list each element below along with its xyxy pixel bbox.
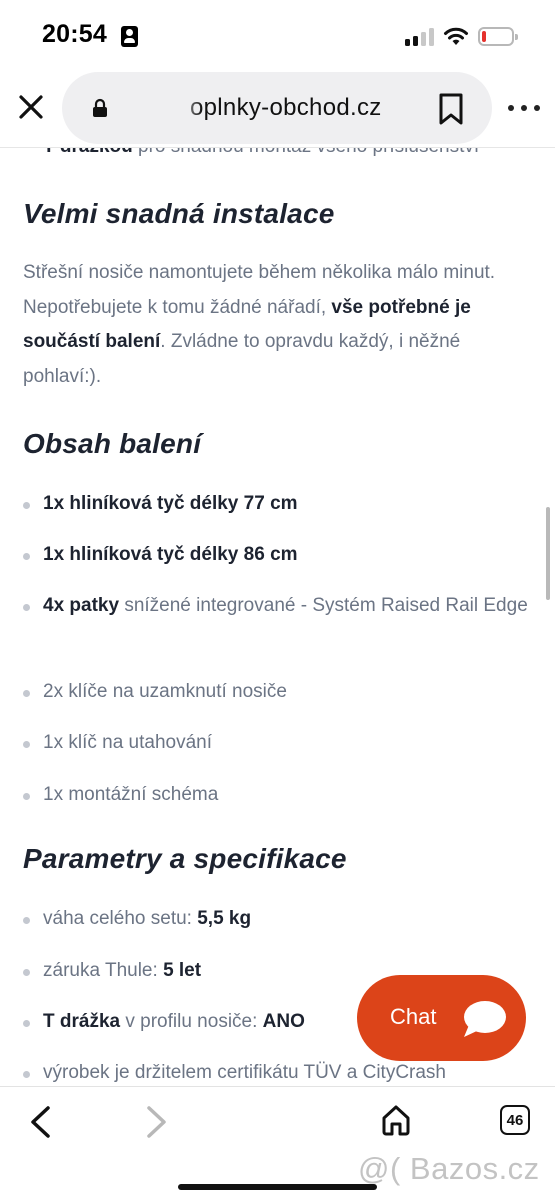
bullet <box>23 917 30 924</box>
lock-icon <box>93 98 107 117</box>
bullet <box>23 690 30 697</box>
url-fade <box>174 82 202 134</box>
list-item: 1x hliníková tyč délky 86 cm <box>23 538 533 572</box>
section-heading-specs: Parametry a specifikace <box>23 843 347 874</box>
list-item: 1x klíč na utahování <box>23 726 533 760</box>
cellular-signal-icon <box>405 28 435 46</box>
status-time: 20:54 <box>42 20 107 48</box>
list-item: 2x klíče na uzamknutí nosiče <box>23 675 533 709</box>
bullet <box>23 553 30 560</box>
forward-arrow-icon[interactable] <box>145 1105 169 1139</box>
tabs-button[interactable]: 46 <box>500 1105 530 1135</box>
bullet <box>23 741 30 748</box>
section-heading-package: Obsah balení <box>23 428 202 459</box>
chat-bubble-icon <box>464 1001 506 1037</box>
battery-icon <box>478 27 518 46</box>
more-menu-button[interactable] <box>508 98 540 118</box>
wifi-icon <box>444 27 468 45</box>
bullet <box>23 1071 30 1078</box>
status-bar: 20:54 <box>0 0 555 70</box>
bullet <box>23 502 30 509</box>
page-content: T-drážkou pro snadnou montáž všeho přísl… <box>0 148 555 1086</box>
section-heading-installation: Velmi snadná instalace <box>23 198 335 229</box>
browser-toolbar: oplnky-obchod.cz <box>0 70 555 148</box>
partial-feature-line: T-drážkou pro snadnou montáž všeho přísl… <box>43 148 479 158</box>
battery-level <box>482 31 486 42</box>
watermark: @( Bazos.cz <box>358 1151 540 1186</box>
home-indicator[interactable] <box>178 1184 377 1190</box>
bookmark-icon[interactable] <box>436 93 466 125</box>
bullet <box>23 793 30 800</box>
bullet <box>23 969 30 976</box>
more-icon <box>508 105 514 111</box>
close-icon <box>19 95 43 119</box>
address-bar[interactable]: oplnky-obchod.cz <box>62 72 492 144</box>
bullet <box>23 1020 30 1027</box>
installation-paragraph: Střešní nosiče namontujete během několik… <box>23 262 496 387</box>
chat-button[interactable]: Chat <box>357 975 526 1061</box>
back-arrow-icon[interactable] <box>28 1105 52 1139</box>
bullet <box>23 604 30 611</box>
chat-label: Chat <box>390 1004 437 1029</box>
list-item: 4x patky snížené integrované - Systém Ra… <box>23 589 533 623</box>
url-text: oplnky-obchod.cz <box>190 94 382 121</box>
close-button[interactable] <box>16 92 46 122</box>
person-icon <box>121 26 138 47</box>
browser-bottom-bar: 46 @( Bazos.cz <box>0 1086 555 1200</box>
home-icon[interactable] <box>380 1104 412 1136</box>
list-item: 1x montážní schéma <box>23 778 533 812</box>
scroll-indicator[interactable] <box>546 507 550 600</box>
list-item: 1x hliníková tyč délky 77 cm <box>23 487 533 521</box>
spec-item: váha celého setu: 5,5 kg <box>23 902 533 936</box>
